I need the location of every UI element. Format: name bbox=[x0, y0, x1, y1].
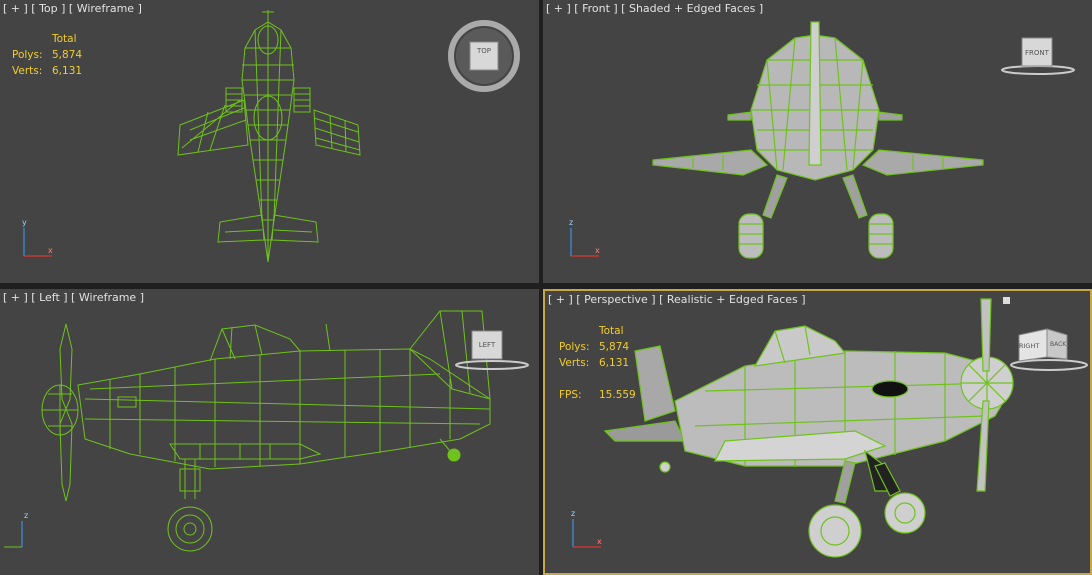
axis-x-label: x bbox=[595, 246, 600, 255]
viewcube-left[interactable] bbox=[452, 329, 532, 373]
home-icon[interactable] bbox=[1003, 297, 1010, 304]
viewport-left[interactable]: [ + ] [ Left ] [ Wireframe ] LEFT z bbox=[0, 289, 539, 575]
viewcube-face-right: RIGHT bbox=[1019, 342, 1040, 350]
axis-tripod-front bbox=[570, 228, 599, 257]
viewport-front[interactable]: [ + ] [ Front ] [ Shaded + Edged Faces ] bbox=[543, 0, 1092, 283]
viewcube-front-label: FRONT bbox=[1025, 49, 1049, 57]
axis-tripod-top bbox=[23, 228, 52, 257]
viewcube-face-back: BACK bbox=[1050, 341, 1067, 348]
viewcube-left-label: LEFT bbox=[478, 341, 496, 349]
axis-tripod-left bbox=[4, 521, 23, 548]
axis-z-label: z bbox=[571, 509, 576, 518]
viewport-perspective[interactable]: [ + ] [ Perspective ] [ Realistic + Edge… bbox=[543, 289, 1092, 575]
axis-x-label: x bbox=[597, 537, 602, 546]
axis-tripod-perspective bbox=[572, 519, 601, 548]
viewcube-top[interactable] bbox=[446, 18, 522, 94]
viewport-top[interactable]: [ + ] [ Top ] [ Wireframe ] Total Polys:… bbox=[0, 0, 539, 283]
axis-x-label: x bbox=[48, 246, 53, 255]
axis-z-label: z bbox=[24, 511, 29, 520]
axis-z-label: z bbox=[569, 218, 574, 227]
viewcube-top-label: TOP bbox=[476, 47, 491, 55]
axis-y-label: y bbox=[22, 218, 27, 227]
